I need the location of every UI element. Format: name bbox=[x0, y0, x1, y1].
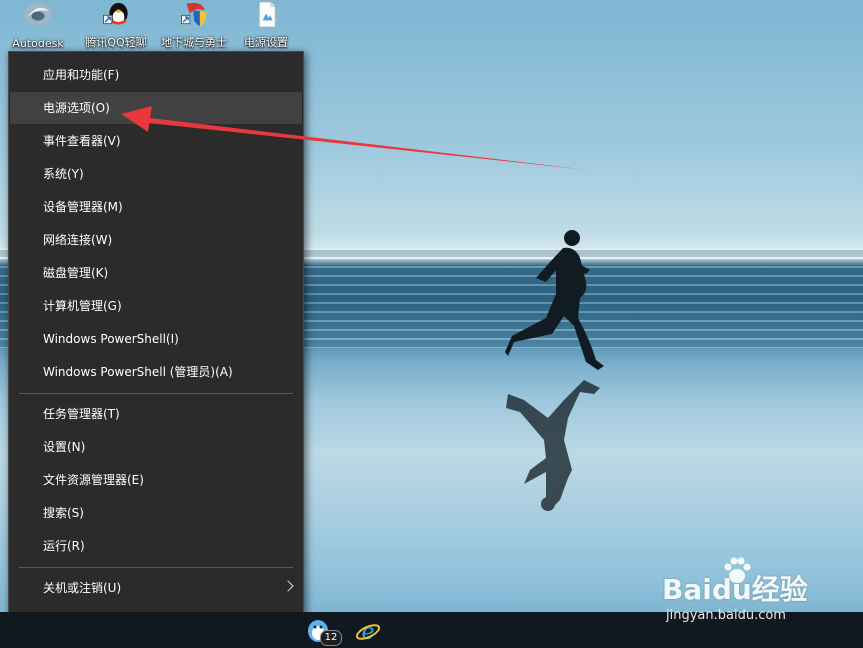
qq-unread-badge: 12 bbox=[320, 630, 342, 646]
menu-item-apps-features[interactable]: 应用和功能(F) bbox=[10, 59, 302, 91]
menu-item-label: 关机或注销(U) bbox=[43, 581, 122, 595]
desktop-icon-label: Autodesk bbox=[12, 37, 64, 50]
menu-item-search[interactable]: 搜索(S) bbox=[10, 497, 302, 529]
menu-item-task-manager[interactable]: 任务管理器(T) bbox=[10, 398, 302, 430]
winx-context-menu: 应用和功能(F) 电源选项(O) 事件查看器(V) 系统(Y) 设备管理器(M)… bbox=[8, 51, 304, 640]
menu-item-powershell[interactable]: Windows PowerShell(I) bbox=[10, 323, 302, 355]
menu-separator bbox=[19, 393, 293, 394]
menu-item-device-manager[interactable]: 设备管理器(M) bbox=[10, 191, 302, 223]
menu-item-system[interactable]: 系统(Y) bbox=[10, 158, 302, 190]
desktop-icon-game[interactable]: 地下城与勇士 bbox=[156, 0, 232, 50]
menu-item-settings[interactable]: 设置(N) bbox=[10, 431, 302, 463]
file-icon bbox=[258, 2, 276, 27]
desktop-icon-autodesk[interactable]: Autodesk bbox=[0, 0, 76, 50]
menu-item-disk-management[interactable]: 磁盘管理(K) bbox=[10, 257, 302, 289]
menu-item-network-connections[interactable]: 网络连接(W) bbox=[10, 224, 302, 256]
desktop-icon-qq[interactable]: 腾讯QQ轻聊 bbox=[78, 0, 154, 50]
desktop-icon-label: 电源设置 bbox=[244, 36, 288, 49]
menu-item-run[interactable]: 运行(R) bbox=[10, 530, 302, 562]
menu-item-computer-management[interactable]: 计算机管理(G) bbox=[10, 290, 302, 322]
menu-item-power-options[interactable]: 电源选项(O) bbox=[10, 92, 302, 124]
chevron-right-icon bbox=[282, 580, 294, 592]
desktop-icon-label: 地下城与勇士 bbox=[161, 36, 227, 49]
menu-separator bbox=[19, 567, 293, 568]
autodesk-icon bbox=[24, 2, 52, 26]
menu-item-event-viewer[interactable]: 事件查看器(V) bbox=[10, 125, 302, 157]
watermark-url: jingyan.baidu.com bbox=[666, 608, 786, 623]
desktop-icon-label: 腾讯QQ轻聊 bbox=[85, 36, 147, 49]
svg-text:e: e bbox=[361, 620, 374, 644]
game-shield-icon bbox=[181, 2, 207, 27]
internet-explorer-icon[interactable]: e bbox=[355, 618, 381, 644]
watermark-brand: Baidu经验 bbox=[662, 573, 808, 606]
menu-item-shutdown-signout[interactable]: 关机或注销(U) bbox=[10, 572, 302, 604]
baidu-jingyan-watermark: Baidu经验 jingyan.baidu.com bbox=[662, 556, 852, 630]
menu-item-file-explorer[interactable]: 文件资源管理器(E) bbox=[10, 464, 302, 496]
desktop-icon-power-settings[interactable]: 电源设置 bbox=[228, 0, 304, 50]
menu-item-powershell-admin[interactable]: Windows PowerShell (管理员)(A) bbox=[10, 356, 302, 388]
qq-penguin-icon bbox=[103, 2, 128, 25]
